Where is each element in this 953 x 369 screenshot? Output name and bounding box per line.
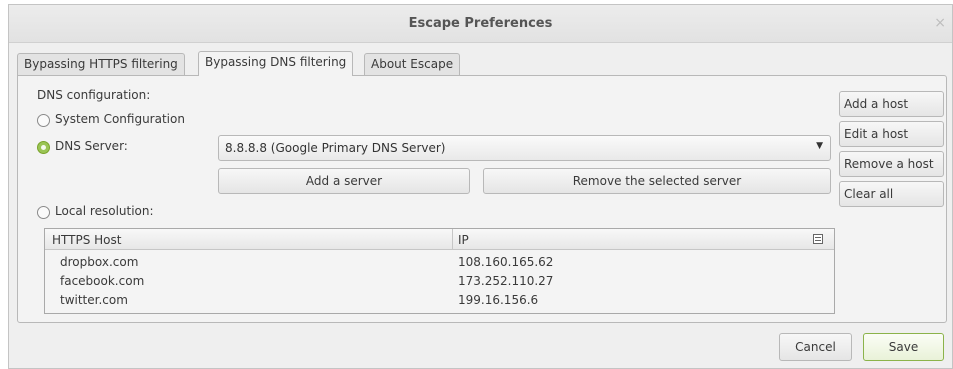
save-button[interactable]: Save [863, 333, 944, 361]
tab-about-escape[interactable]: About Escape [364, 53, 461, 75]
system-configuration-label[interactable]: System Configuration [55, 112, 185, 126]
clear-all-button[interactable]: Clear all [839, 181, 944, 207]
tab-bypassing-dns[interactable]: Bypassing DNS filtering [198, 51, 354, 76]
edit-host-button[interactable]: Edit a host [839, 121, 944, 147]
host-cell: facebook.com [60, 274, 145, 288]
column-chooser-icon[interactable] [813, 234, 823, 244]
table-row[interactable]: facebook.com 173.252.110.27 [45, 271, 834, 290]
column-header-ip[interactable]: IP [458, 233, 469, 247]
dns-server-select[interactable]: 8.8.8.8 (Google Primary DNS Server) ▼ [218, 135, 831, 161]
dropdown-arrow-icon: ▼ [816, 141, 823, 151]
dns-configuration-heading: DNS configuration: [37, 88, 151, 102]
dns-server-radio[interactable] [37, 141, 50, 154]
column-divider [452, 229, 453, 249]
dns-server-selected-value: 8.8.8.8 (Google Primary DNS Server) [225, 141, 446, 155]
host-cell: twitter.com [60, 293, 128, 307]
host-table: HTTPS Host IP dropbox.com 108.160.165.62… [44, 228, 835, 314]
add-host-button[interactable]: Add a host [839, 91, 944, 117]
tab-bypassing-https[interactable]: Bypassing HTTPS filtering [17, 53, 185, 75]
system-configuration-radio[interactable] [37, 114, 50, 127]
close-icon[interactable]: × [934, 15, 946, 31]
preferences-window: Escape Preferences × Bypassing HTTPS fil… [8, 4, 953, 369]
host-cell: dropbox.com [60, 255, 139, 269]
ip-cell: 173.252.110.27 [458, 274, 554, 288]
add-server-button[interactable]: Add a server [218, 168, 470, 194]
host-table-header: HTTPS Host IP [45, 229, 834, 250]
window-title: Escape Preferences [408, 16, 553, 31]
cancel-button[interactable]: Cancel [779, 333, 852, 361]
ip-cell: 108.160.165.62 [458, 255, 554, 269]
column-header-https-host[interactable]: HTTPS Host [52, 233, 121, 247]
table-row[interactable]: dropbox.com 108.160.165.62 [45, 252, 834, 271]
table-row[interactable]: twitter.com 199.16.156.6 [45, 290, 834, 309]
remove-selected-server-button[interactable]: Remove the selected server [483, 168, 831, 194]
local-resolution-radio[interactable] [37, 206, 50, 219]
local-resolution-label[interactable]: Local resolution: [55, 204, 154, 218]
dns-settings-panel: DNS configuration: System Configuration … [17, 75, 947, 323]
remove-host-button[interactable]: Remove a host [839, 151, 944, 177]
dns-server-label[interactable]: DNS Server: [55, 139, 128, 153]
ip-cell: 199.16.156.6 [458, 293, 539, 307]
title-bar[interactable]: Escape Preferences × [9, 5, 952, 43]
